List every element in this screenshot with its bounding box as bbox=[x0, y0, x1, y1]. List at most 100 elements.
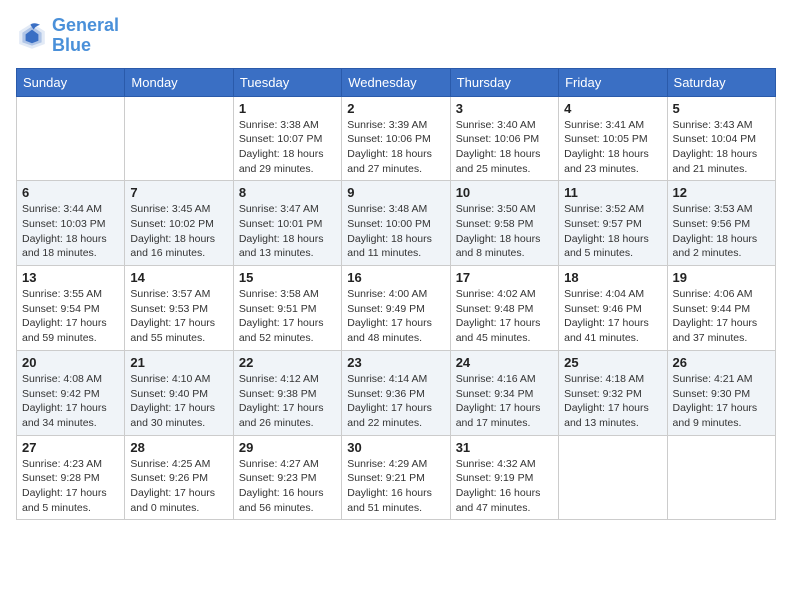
day-info: Sunrise: 4:18 AM Sunset: 9:32 PM Dayligh… bbox=[564, 372, 661, 431]
day-info: Sunrise: 4:02 AM Sunset: 9:48 PM Dayligh… bbox=[456, 287, 553, 346]
day-number: 2 bbox=[347, 101, 444, 116]
weekday-header-cell: Wednesday bbox=[342, 68, 450, 96]
day-number: 27 bbox=[22, 440, 119, 455]
day-number: 28 bbox=[130, 440, 227, 455]
day-number: 13 bbox=[22, 270, 119, 285]
day-info: Sunrise: 3:44 AM Sunset: 10:03 PM Daylig… bbox=[22, 202, 119, 261]
calendar-cell: 13 Sunrise: 3:55 AM Sunset: 9:54 PM Dayli… bbox=[17, 266, 125, 351]
day-number: 21 bbox=[130, 355, 227, 370]
calendar-cell: 22 Sunrise: 4:12 AM Sunset: 9:38 PM Dayli… bbox=[233, 350, 341, 435]
day-info: Sunrise: 4:12 AM Sunset: 9:38 PM Dayligh… bbox=[239, 372, 336, 431]
calendar-cell bbox=[125, 96, 233, 181]
day-info: Sunrise: 3:57 AM Sunset: 9:53 PM Dayligh… bbox=[130, 287, 227, 346]
day-number: 10 bbox=[456, 185, 553, 200]
page-header: General Blue bbox=[16, 16, 776, 56]
day-number: 30 bbox=[347, 440, 444, 455]
day-info: Sunrise: 3:39 AM Sunset: 10:06 PM Daylig… bbox=[347, 118, 444, 177]
calendar-cell: 3Sunrise: 3:40 AM Sunset: 10:06 PM Dayli… bbox=[450, 96, 558, 181]
day-number: 16 bbox=[347, 270, 444, 285]
calendar-cell: 11Sunrise: 3:52 AM Sunset: 9:57 PM Dayli… bbox=[559, 181, 667, 266]
calendar-cell: 5Sunrise: 3:43 AM Sunset: 10:04 PM Dayli… bbox=[667, 96, 775, 181]
day-info: Sunrise: 4:29 AM Sunset: 9:21 PM Dayligh… bbox=[347, 457, 444, 516]
day-number: 8 bbox=[239, 185, 336, 200]
calendar-week-row: 6 Sunrise: 3:44 AM Sunset: 10:03 PM Dayli… bbox=[17, 181, 776, 266]
day-info: Sunrise: 3:45 AM Sunset: 10:02 PM Daylig… bbox=[130, 202, 227, 261]
calendar-cell: 19Sunrise: 4:06 AM Sunset: 9:44 PM Dayli… bbox=[667, 266, 775, 351]
calendar-cell: 12 Sunrise: 3:53 AM Sunset: 9:56 PM Dayli… bbox=[667, 181, 775, 266]
calendar-cell: 17 Sunrise: 4:02 AM Sunset: 9:48 PM Dayli… bbox=[450, 266, 558, 351]
calendar-week-row: 13 Sunrise: 3:55 AM Sunset: 9:54 PM Dayli… bbox=[17, 266, 776, 351]
day-number: 5 bbox=[673, 101, 770, 116]
weekday-header-cell: Saturday bbox=[667, 68, 775, 96]
day-info: Sunrise: 4:08 AM Sunset: 9:42 PM Dayligh… bbox=[22, 372, 119, 431]
day-info: Sunrise: 4:27 AM Sunset: 9:23 PM Dayligh… bbox=[239, 457, 336, 516]
calendar-cell: 8 Sunrise: 3:47 AM Sunset: 10:01 PM Dayli… bbox=[233, 181, 341, 266]
calendar-cell: 23 Sunrise: 4:14 AM Sunset: 9:36 PM Dayli… bbox=[342, 350, 450, 435]
day-info: Sunrise: 3:47 AM Sunset: 10:01 PM Daylig… bbox=[239, 202, 336, 261]
day-number: 23 bbox=[347, 355, 444, 370]
calendar-cell: 27 Sunrise: 4:23 AM Sunset: 9:28 PM Dayli… bbox=[17, 435, 125, 520]
calendar-week-row: 1 Sunrise: 3:38 AM Sunset: 10:07 PM Dayli… bbox=[17, 96, 776, 181]
day-info: Sunrise: 4:10 AM Sunset: 9:40 PM Dayligh… bbox=[130, 372, 227, 431]
weekday-header-cell: Friday bbox=[559, 68, 667, 96]
day-info: Sunrise: 4:25 AM Sunset: 9:26 PM Dayligh… bbox=[130, 457, 227, 516]
day-number: 9 bbox=[347, 185, 444, 200]
calendar-cell: 24 Sunrise: 4:16 AM Sunset: 9:34 PM Dayli… bbox=[450, 350, 558, 435]
calendar-cell: 14 Sunrise: 3:57 AM Sunset: 9:53 PM Dayli… bbox=[125, 266, 233, 351]
calendar-cell: 9Sunrise: 3:48 AM Sunset: 10:00 PM Dayli… bbox=[342, 181, 450, 266]
calendar-cell: 21 Sunrise: 4:10 AM Sunset: 9:40 PM Dayli… bbox=[125, 350, 233, 435]
day-number: 25 bbox=[564, 355, 661, 370]
day-number: 29 bbox=[239, 440, 336, 455]
calendar-cell: 29 Sunrise: 4:27 AM Sunset: 9:23 PM Dayli… bbox=[233, 435, 341, 520]
day-number: 31 bbox=[456, 440, 553, 455]
day-number: 22 bbox=[239, 355, 336, 370]
calendar-cell bbox=[667, 435, 775, 520]
calendar-cell: 1 Sunrise: 3:38 AM Sunset: 10:07 PM Dayli… bbox=[233, 96, 341, 181]
logo-text: General Blue bbox=[52, 16, 119, 56]
day-info: Sunrise: 3:41 AM Sunset: 10:05 PM Daylig… bbox=[564, 118, 661, 177]
day-info: Sunrise: 4:21 AM Sunset: 9:30 PM Dayligh… bbox=[673, 372, 770, 431]
day-number: 6 bbox=[22, 185, 119, 200]
day-number: 17 bbox=[456, 270, 553, 285]
day-info: Sunrise: 4:14 AM Sunset: 9:36 PM Dayligh… bbox=[347, 372, 444, 431]
calendar-cell: 6 Sunrise: 3:44 AM Sunset: 10:03 PM Dayli… bbox=[17, 181, 125, 266]
day-info: Sunrise: 3:55 AM Sunset: 9:54 PM Dayligh… bbox=[22, 287, 119, 346]
day-info: Sunrise: 4:32 AM Sunset: 9:19 PM Dayligh… bbox=[456, 457, 553, 516]
calendar-week-row: 20 Sunrise: 4:08 AM Sunset: 9:42 PM Dayli… bbox=[17, 350, 776, 435]
calendar-cell: 20 Sunrise: 4:08 AM Sunset: 9:42 PM Dayli… bbox=[17, 350, 125, 435]
calendar-cell: 2 Sunrise: 3:39 AM Sunset: 10:06 PM Dayli… bbox=[342, 96, 450, 181]
day-number: 3 bbox=[456, 101, 553, 116]
weekday-header-cell: Thursday bbox=[450, 68, 558, 96]
weekday-header-cell: Sunday bbox=[17, 68, 125, 96]
calendar-cell: 15Sunrise: 3:58 AM Sunset: 9:51 PM Dayli… bbox=[233, 266, 341, 351]
calendar-cell: 4Sunrise: 3:41 AM Sunset: 10:05 PM Dayli… bbox=[559, 96, 667, 181]
calendar-cell: 10 Sunrise: 3:50 AM Sunset: 9:58 PM Dayli… bbox=[450, 181, 558, 266]
day-info: Sunrise: 4:23 AM Sunset: 9:28 PM Dayligh… bbox=[22, 457, 119, 516]
day-number: 15 bbox=[239, 270, 336, 285]
calendar-cell: 31 Sunrise: 4:32 AM Sunset: 9:19 PM Dayli… bbox=[450, 435, 558, 520]
calendar-cell: 26Sunrise: 4:21 AM Sunset: 9:30 PM Dayli… bbox=[667, 350, 775, 435]
day-number: 12 bbox=[673, 185, 770, 200]
calendar-cell bbox=[559, 435, 667, 520]
calendar-cell: 7 Sunrise: 3:45 AM Sunset: 10:02 PM Dayli… bbox=[125, 181, 233, 266]
day-info: Sunrise: 3:52 AM Sunset: 9:57 PM Dayligh… bbox=[564, 202, 661, 261]
day-info: Sunrise: 3:53 AM Sunset: 9:56 PM Dayligh… bbox=[673, 202, 770, 261]
day-info: Sunrise: 4:16 AM Sunset: 9:34 PM Dayligh… bbox=[456, 372, 553, 431]
calendar-cell: 25 Sunrise: 4:18 AM Sunset: 9:32 PM Dayli… bbox=[559, 350, 667, 435]
day-number: 19 bbox=[673, 270, 770, 285]
weekday-header-row: SundayMondayTuesdayWednesdayThursdayFrid… bbox=[17, 68, 776, 96]
day-number: 7 bbox=[130, 185, 227, 200]
calendar-cell: 30 Sunrise: 4:29 AM Sunset: 9:21 PM Dayli… bbox=[342, 435, 450, 520]
day-info: Sunrise: 4:04 AM Sunset: 9:46 PM Dayligh… bbox=[564, 287, 661, 346]
calendar-body: 1 Sunrise: 3:38 AM Sunset: 10:07 PM Dayli… bbox=[17, 96, 776, 520]
day-info: Sunrise: 3:50 AM Sunset: 9:58 PM Dayligh… bbox=[456, 202, 553, 261]
logo-icon bbox=[16, 20, 48, 52]
day-number: 20 bbox=[22, 355, 119, 370]
day-number: 24 bbox=[456, 355, 553, 370]
logo: General Blue bbox=[16, 16, 119, 56]
calendar-week-row: 27 Sunrise: 4:23 AM Sunset: 9:28 PM Dayli… bbox=[17, 435, 776, 520]
day-info: Sunrise: 4:00 AM Sunset: 9:49 PM Dayligh… bbox=[347, 287, 444, 346]
day-number: 14 bbox=[130, 270, 227, 285]
day-number: 1 bbox=[239, 101, 336, 116]
day-info: Sunrise: 3:38 AM Sunset: 10:07 PM Daylig… bbox=[239, 118, 336, 177]
